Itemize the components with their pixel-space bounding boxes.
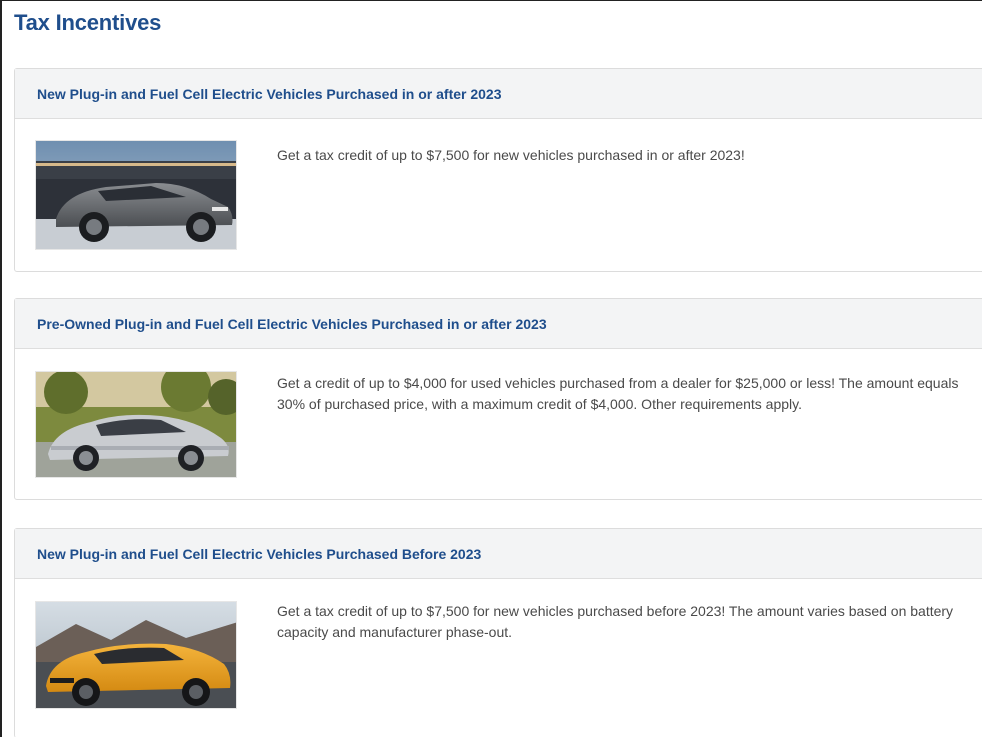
gray-electric-suv-photo [36,141,236,249]
yellow-electric-suv-photo [36,602,236,708]
vehicle-image [35,140,237,250]
page-frame: Tax Incentives New Plug-in and Fuel Cell… [0,0,982,737]
card-description: Get a credit of up to $4,000 for used ve… [277,375,959,412]
silver-hatchback-photo [36,372,236,477]
card-header[interactable]: Pre-Owned Plug-in and Fuel Cell Electric… [15,299,982,349]
vehicle-image [35,601,237,709]
vehicle-image [35,371,237,478]
incentive-card-new-before-2023: New Plug-in and Fuel Cell Electric Vehic… [14,528,982,737]
card-title[interactable]: New Plug-in and Fuel Cell Electric Vehic… [37,86,502,102]
card-header[interactable]: New Plug-in and Fuel Cell Electric Vehic… [15,529,982,579]
card-description: Get a tax credit of up to $7,500 for new… [277,603,954,640]
incentive-card-new-2023: New Plug-in and Fuel Cell Electric Vehic… [14,68,982,272]
page-title: Tax Incentives [14,10,162,35]
card-title[interactable]: Pre-Owned Plug-in and Fuel Cell Electric… [37,316,547,332]
card-header[interactable]: New Plug-in and Fuel Cell Electric Vehic… [15,69,982,119]
incentive-card-pre-owned-2023: Pre-Owned Plug-in and Fuel Cell Electric… [14,298,982,500]
card-description: Get a tax credit of up to $7,500 for new… [277,147,745,163]
card-title[interactable]: New Plug-in and Fuel Cell Electric Vehic… [37,546,481,562]
